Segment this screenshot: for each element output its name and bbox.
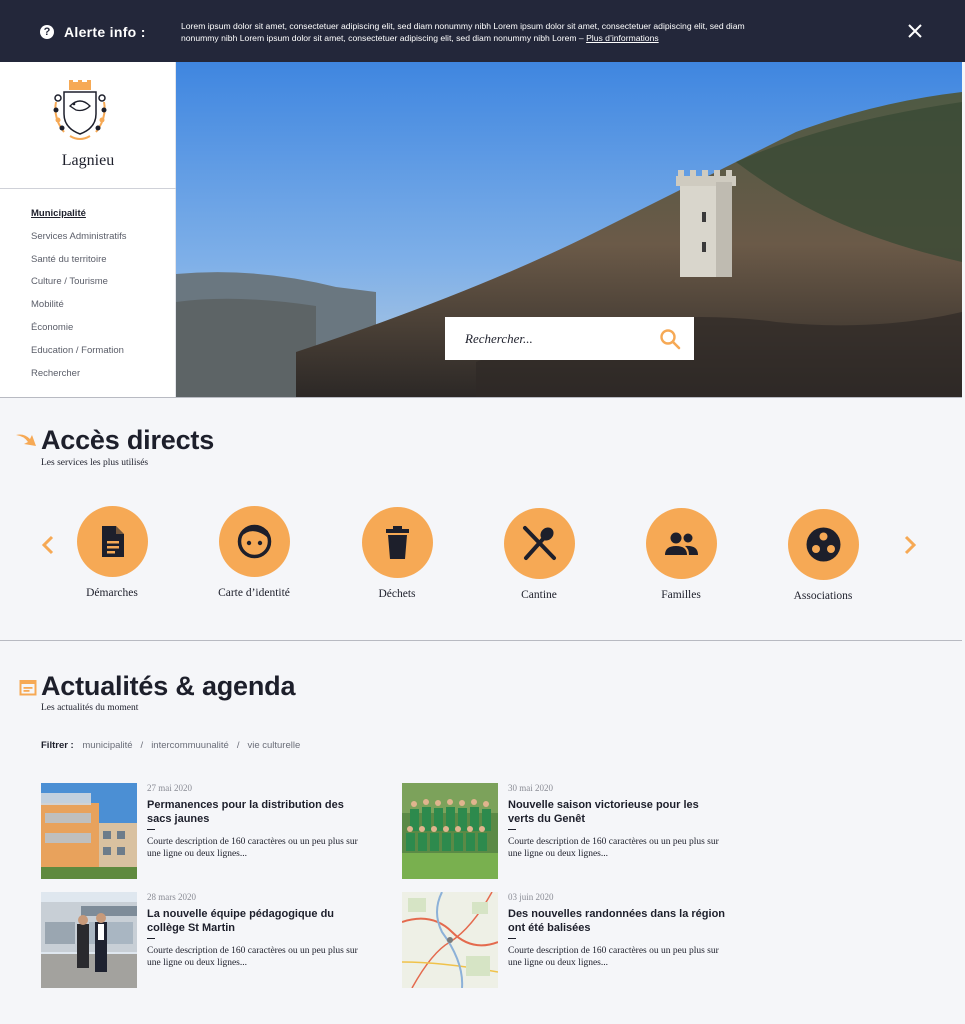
quick-access-subtitle: Les services les plus utilisés [41, 458, 149, 468]
quick-access-title: Accès directs [41, 425, 215, 455]
news-date: 30 mai 2020 [508, 783, 553, 793]
news-thumbnail [41, 892, 137, 988]
tower [676, 170, 736, 277]
hero-banner: Rechercher... [176, 62, 962, 397]
news-card[interactable]: 03 juin 2020 Des nouvelles randonnées da… [402, 892, 732, 988]
question-circle-icon: ? [40, 25, 54, 39]
nav-item-services[interactable]: Services Administratifs [31, 231, 127, 254]
filter-vie-culturelle[interactable]: vie culturelle [247, 740, 300, 751]
news-title: Actualités & agenda [41, 671, 296, 701]
news-date: 28 mars 2020 [147, 892, 196, 902]
news-headline[interactable]: Nouvelle saison victorieuse pour les ver… [508, 798, 728, 826]
chevron-right-icon[interactable] [900, 533, 920, 557]
search-input[interactable]: Rechercher... [465, 331, 533, 347]
quick-access-familles[interactable]: Familles [621, 508, 741, 601]
alert-message: Lorem ipsum dolor sit amet, consectetuer… [181, 20, 756, 44]
people-icon [645, 508, 717, 579]
news-date: 03 juin 2020 [508, 892, 554, 902]
quick-access-carte-identite[interactable]: Carte d’identité [194, 506, 314, 599]
quick-access-demarches[interactable]: Démarches [52, 506, 172, 599]
group-circle-icon [787, 509, 859, 580]
calendar-icon [19, 678, 37, 701]
news-thumbnail [402, 783, 498, 879]
quick-access-label: Déchets [378, 588, 416, 600]
alert-more-link[interactable]: Plus d’informations [586, 33, 659, 43]
quick-access-associations[interactable]: Associations [763, 509, 883, 602]
news-thumbnail [41, 783, 137, 879]
quick-access-label: Familles [661, 589, 701, 601]
quick-access-cantine[interactable]: Cantine [479, 508, 599, 601]
search-box[interactable]: Rechercher... [445, 317, 694, 360]
nav-item-municipalite[interactable]: Municipalité [31, 208, 127, 231]
divider-dash [147, 938, 155, 939]
quick-access-label: Démarches [86, 587, 138, 599]
news-description: Courte description de 160 caractères ou … [508, 946, 719, 968]
divider-dash [147, 829, 155, 830]
site-name: Lagnieu [61, 152, 115, 169]
face-icon [218, 506, 290, 577]
trash-icon [361, 507, 433, 578]
arrow-turn-icon [14, 432, 38, 455]
utensils-icon [503, 508, 575, 579]
section-divider [0, 640, 962, 641]
filter-intercommunalite[interactable]: intercommuunalité [151, 740, 229, 751]
quick-access-label: Cantine [521, 589, 557, 601]
news-description: Courte description de 160 caractères ou … [147, 837, 358, 859]
nav-item-education[interactable]: Education / Formation [31, 345, 127, 368]
nav-item-rechercher[interactable]: Rechercher [31, 368, 127, 391]
news-subtitle: Les actualités du moment [41, 703, 139, 713]
news-headline[interactable]: Des nouvelles randonnées dans la région … [508, 907, 728, 935]
divider-dash [508, 829, 516, 830]
town-crest-logo[interactable] [50, 80, 110, 142]
alert-text: Lorem ipsum dolor sit amet, consectetuer… [181, 21, 745, 43]
quick-access-label: Carte d’identité [218, 587, 290, 599]
news-headline[interactable]: La nouvelle équipe pédagogique du collèg… [147, 907, 367, 935]
main-nav: Municipalité Services Administratifs San… [31, 208, 127, 390]
search-icon[interactable] [659, 328, 681, 350]
nav-item-culture[interactable]: Culture / Tourisme [31, 276, 127, 299]
news-card[interactable]: 30 mai 2020 Nouvelle saison victorieuse … [402, 783, 732, 879]
quick-access-label: Associations [793, 590, 853, 602]
news-description: Courte description de 160 caractères ou … [508, 837, 719, 859]
nav-item-mobilite[interactable]: Mobilité [31, 299, 127, 322]
filter-municipalite[interactable]: municipalité [82, 740, 132, 751]
news-description: Courte description de 160 caractères ou … [147, 946, 358, 968]
news-card[interactable]: 28 mars 2020 La nouvelle équipe pédagogi… [41, 892, 371, 988]
section-divider [0, 397, 962, 398]
nav-item-sante[interactable]: Santé du territoire [31, 254, 127, 277]
alert-bar: ? Alerte info : Lorem ipsum dolor sit am… [0, 0, 965, 62]
close-icon[interactable] [905, 21, 925, 41]
news-headline[interactable]: Permanences pour la distribution des sac… [147, 798, 367, 826]
news-date: 27 mai 2020 [147, 783, 192, 793]
news-filter: Filtrer : municipalité / intercommuunalité… [41, 740, 301, 751]
filter-label: Filtrer : [41, 740, 74, 751]
news-thumbnail [402, 892, 498, 988]
nav-item-economie[interactable]: Économie [31, 322, 127, 345]
sidebar: Lagnieu Municipalité Services Administra… [0, 62, 176, 397]
document-icon [76, 506, 148, 577]
divider-dash [508, 938, 516, 939]
alert-title: Alerte info : [64, 24, 146, 40]
quick-access-dechets[interactable]: Déchets [337, 507, 457, 600]
news-card[interactable]: 27 mai 2020 Permanences pour la distribu… [41, 783, 371, 879]
sidebar-divider [0, 188, 176, 189]
